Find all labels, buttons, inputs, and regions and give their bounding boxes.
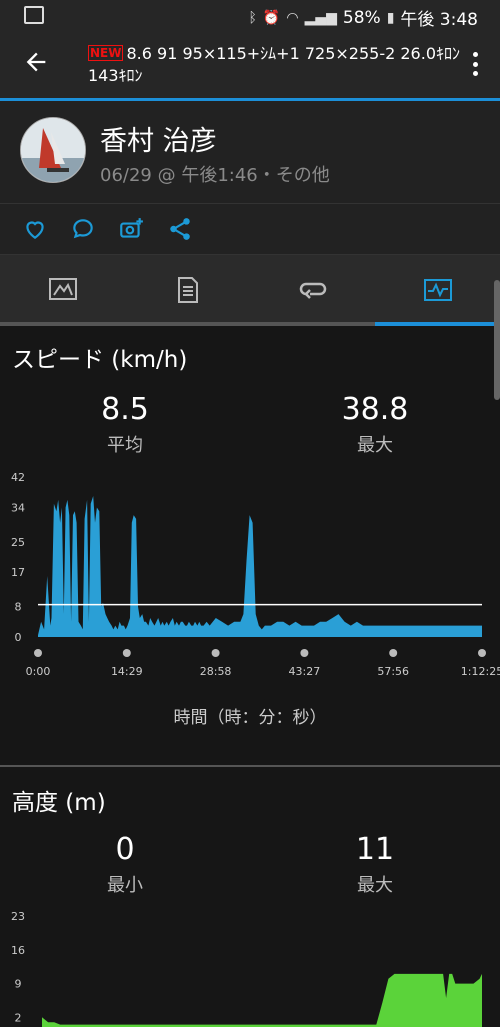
speed-section-title: スピード (km/h) — [12, 347, 188, 373]
speed-average: 8.5 平均 — [45, 392, 205, 457]
x-tick-dot — [300, 649, 309, 657]
elevation-min: 0 最小 — [45, 832, 205, 897]
y-tick-label: 23 — [11, 910, 25, 923]
status-bar: ᛒ ⏰ ◠ ▂▄▆ 58% ▮ 午後 3:48 — [0, 0, 500, 30]
app-bar: NEW 8.6 91 95×115+ｼﾑ+1 725×255-2 26.0ｷﾛﾝ1… — [0, 30, 500, 101]
speed-max-label: 最大 — [357, 435, 393, 456]
y-tick-label: 16 — [11, 944, 25, 957]
elevation-min-label: 最小 — [107, 875, 143, 896]
scrollbar[interactable] — [494, 280, 500, 400]
profile-header: 香村 治彦 06/29 @ 午後1:46・その他 — [0, 101, 500, 204]
comment-icon[interactable] — [70, 216, 96, 242]
tab-map[interactable] — [0, 255, 125, 325]
back-arrow-icon[interactable] — [22, 48, 50, 76]
elevation-section-title: 高度 (m) — [12, 790, 106, 816]
section-divider — [0, 765, 500, 767]
y-tick-label: 8 — [15, 601, 22, 614]
battery-icon: ▮ — [386, 9, 395, 26]
share-icon[interactable] — [167, 216, 193, 242]
y-tick-label: 25 — [11, 536, 25, 549]
x-tick-dot — [122, 649, 131, 657]
new-badge: NEW — [88, 45, 124, 61]
chart-icon — [423, 279, 452, 301]
bluetooth-icon: ᛒ — [248, 9, 257, 26]
x-tick-label: 14:29 — [111, 665, 143, 678]
x-tick-dot — [389, 649, 398, 657]
status-icons: ᛒ ⏰ ◠ ▂▄▆ 58% ▮ 午後 3:48 — [248, 5, 478, 31]
speed-max-value: 38.8 — [341, 392, 409, 427]
document-icon — [177, 277, 198, 303]
x-tick-dot — [211, 649, 220, 657]
like-icon[interactable] — [22, 216, 48, 242]
activity-title: NEW 8.6 91 95×115+ｼﾑ+1 725×255-2 26.0ｷﾛﾝ1… — [88, 42, 468, 87]
laps-icon — [299, 282, 326, 299]
tab-laps[interactable] — [250, 255, 375, 325]
speed-average-value: 8.5 — [101, 392, 149, 427]
x-tick-label: 0:00 — [26, 665, 51, 678]
y-tick-label: 17 — [11, 566, 25, 579]
speed-max: 38.8 最大 — [295, 392, 455, 457]
elevation-max: 11 最大 — [295, 832, 455, 897]
x-tick-dot — [478, 649, 486, 657]
elevation-max-value: 11 — [355, 832, 395, 867]
clock: 午後 3:48 — [400, 10, 478, 30]
x-tick-label: 1:12:25 — [461, 665, 500, 678]
y-tick-label: 9 — [15, 978, 22, 991]
x-tick-dot — [34, 649, 42, 657]
x-tick-label: 57:56 — [377, 665, 409, 678]
x-tick-label: 43:27 — [289, 665, 321, 678]
tab-bar — [0, 255, 500, 325]
y-tick-label: 2 — [15, 1011, 22, 1024]
elevation-area — [42, 973, 482, 1027]
add-photo-icon[interactable] — [118, 216, 144, 242]
wifi-icon: ◠ — [286, 9, 299, 26]
tab-indicator — [375, 322, 500, 326]
speed-x-axis-label: 時間（時：分：秒） — [173, 708, 327, 728]
tab-charts[interactable] — [375, 255, 500, 325]
tab-indicator-track — [0, 322, 500, 326]
action-bar — [0, 204, 500, 255]
x-tick-label: 28:58 — [200, 665, 232, 678]
tab-summary[interactable] — [125, 255, 250, 325]
y-tick-label: 42 — [11, 471, 25, 484]
activity-title-text: 8.6 91 95×115+ｼﾑ+1 725×255-2 26.0ｷﾛﾝ143ｷ… — [88, 44, 460, 85]
elevation-max-label: 最大 — [357, 875, 393, 896]
gallery-notification-icon — [24, 6, 44, 24]
elevation-min-value: 0 — [115, 832, 135, 867]
signal-icon: ▂▄▆ — [304, 9, 337, 26]
elevation-chart[interactable]: 2 9 16 23 — [0, 902, 500, 1027]
speed-chart[interactable]: 0 8 17 25 34 42 0:00 14:29 28:58 43:27 57:56 1:12:2… — [0, 465, 500, 685]
alarm-icon: ⏰ — [262, 9, 281, 26]
user-name[interactable]: 香村 治彦 — [100, 119, 217, 158]
y-tick-label: 0 — [15, 631, 22, 644]
avatar[interactable] — [20, 117, 86, 183]
y-tick-label: 34 — [11, 501, 25, 514]
battery-percent: 58% — [342, 7, 381, 28]
speed-area — [38, 496, 482, 637]
map-icon — [48, 278, 77, 300]
speed-average-label: 平均 — [107, 435, 143, 456]
more-options-icon[interactable] — [472, 52, 478, 76]
activity-meta: 06/29 @ 午後1:46・その他 — [100, 165, 330, 186]
